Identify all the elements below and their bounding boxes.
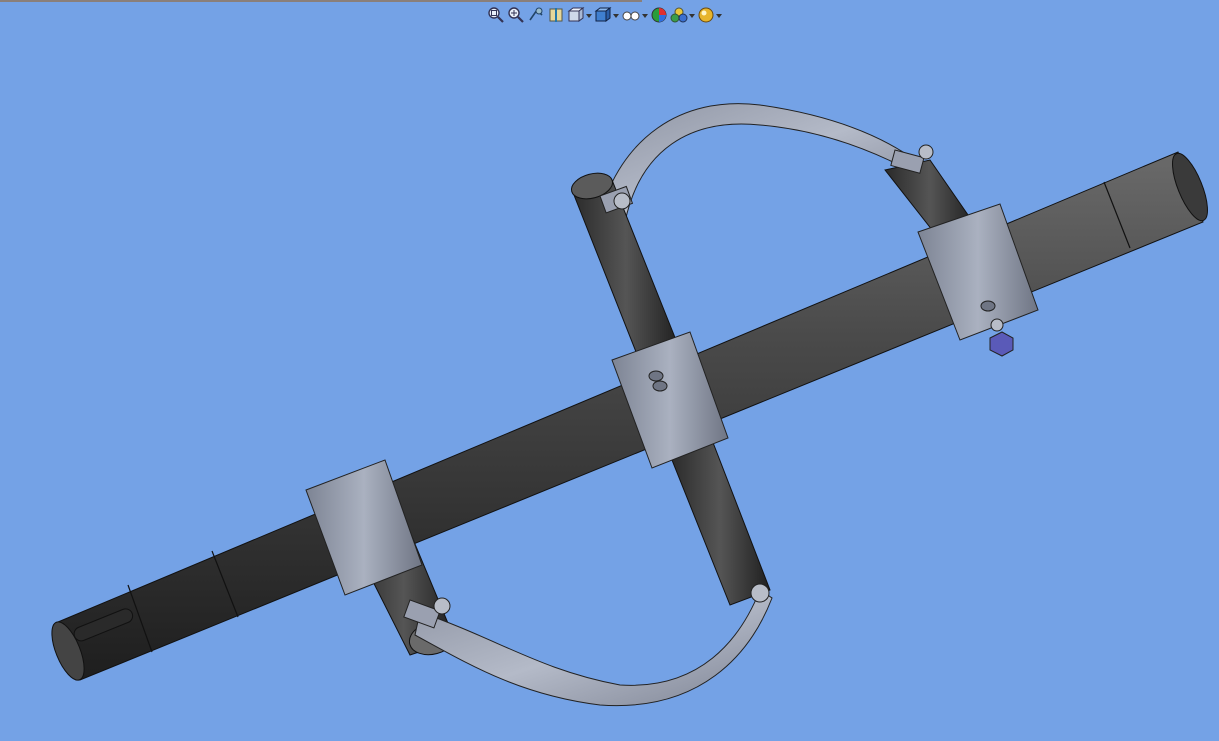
chevron-down-icon (689, 14, 695, 18)
graphics-viewport[interactable] (0, 0, 1219, 741)
display-style-button[interactable] (594, 5, 619, 25)
view-orientation-button[interactable] (567, 5, 592, 25)
view-settings-icon (698, 7, 714, 23)
model-view[interactable] (0, 0, 1219, 741)
section-view-button[interactable] (547, 5, 565, 25)
chevron-down-icon (586, 14, 592, 18)
chevron-down-icon (642, 14, 648, 18)
curved-strap-lower[interactable] (403, 583, 773, 707)
hex-nut[interactable] (989, 318, 1014, 357)
zoom-to-fit-button[interactable] (487, 5, 505, 25)
apply-scene-button[interactable] (670, 5, 695, 25)
cross-rod-lower[interactable] (669, 439, 771, 606)
edit-appearance-icon (651, 7, 667, 23)
zoom-to-area-button[interactable] (507, 5, 525, 25)
zoom-to-area-icon (508, 7, 524, 23)
section-view-icon (549, 8, 563, 22)
heads-up-view-toolbar (487, 4, 724, 26)
apply-scene-icon (670, 7, 688, 23)
hide-show-items-button[interactable] (621, 5, 648, 25)
hide-show-items-icon (622, 11, 640, 21)
view-settings-button[interactable] (697, 5, 722, 25)
zoom-to-fit-icon (488, 7, 504, 23)
display-style-icon (594, 7, 612, 22)
chevron-down-icon (716, 14, 722, 18)
previous-view-button[interactable] (527, 5, 545, 25)
previous-view-icon (529, 7, 543, 21)
curved-strap-upper[interactable] (599, 103, 916, 223)
view-orientation-icon (567, 7, 585, 22)
edit-appearance-button[interactable] (650, 5, 668, 25)
chevron-down-icon (613, 14, 619, 18)
